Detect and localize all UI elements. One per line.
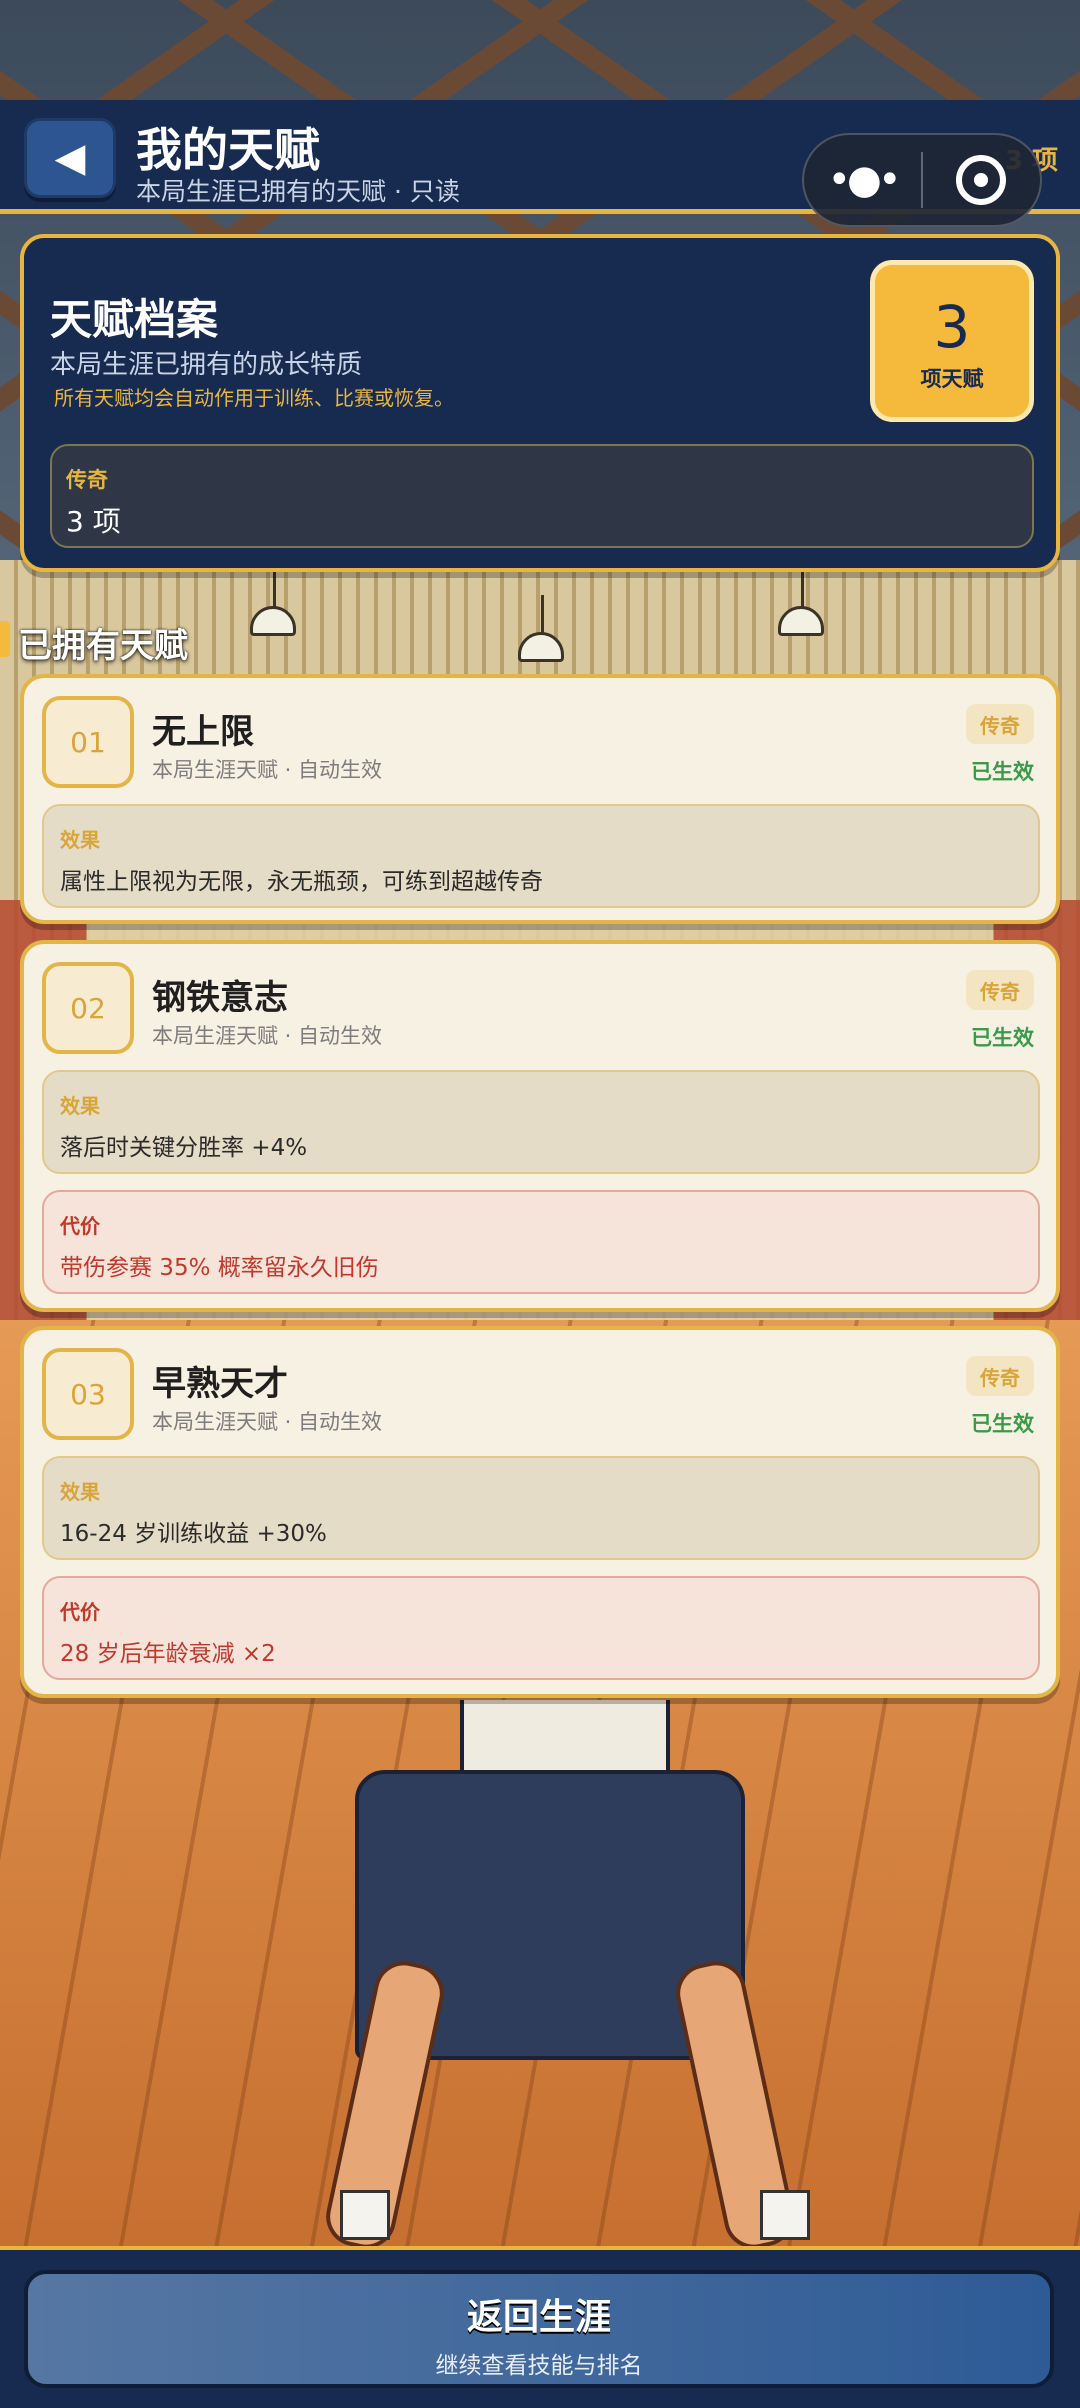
section-title: 已拥有天赋 <box>18 626 188 666</box>
cost-text: 28 岁后年龄衰减 ×2 <box>60 1641 276 1667</box>
profile-title: 天赋档案 <box>50 295 219 344</box>
talent-status: 已生效 <box>971 1412 1034 1436</box>
talent-cost-box: 代价 28 岁后年龄衰减 ×2 <box>42 1576 1040 1680</box>
talent-name: 早熟天才 <box>152 1364 288 1404</box>
cost-text: 带伤参赛 35% 概率留永久旧伤 <box>60 1255 379 1281</box>
effect-label: 效果 <box>60 1480 100 1504</box>
talent-name: 钢铁意志 <box>152 978 288 1018</box>
effect-label: 效果 <box>60 828 100 852</box>
talent-rarity-badge: 传奇 <box>966 1356 1034 1396</box>
talent-status: 已生效 <box>971 760 1034 784</box>
talent-name: 无上限 <box>152 712 254 752</box>
cost-label: 代价 <box>60 1214 100 1238</box>
target-icon <box>956 155 1007 205</box>
back-arrow-icon: ◀ <box>54 135 86 181</box>
talent-count-label: 项天赋 <box>920 367 984 391</box>
talent-rarity-badge: 传奇 <box>966 704 1034 744</box>
talent-rarity-badge: 传奇 <box>966 970 1034 1010</box>
rarity-summary: 传奇 3 项 <box>50 444 1034 548</box>
player-sock <box>760 2190 810 2240</box>
mini-program-capsule: •●• <box>802 133 1042 227</box>
talent-card: 02 钢铁意志 本局生涯天赋 · 自动生效 传奇 已生效 效果 落后时关键分胜率… <box>20 940 1060 1312</box>
talent-effect-box: 效果 落后时关键分胜率 +4% <box>42 1070 1040 1174</box>
profile-subtitle: 本局生涯已拥有的成长特质 <box>50 350 363 380</box>
page-footer: 返回生涯 继续查看技能与排名 <box>0 2246 1080 2408</box>
effect-text: 16-24 岁训练收益 +30% <box>60 1521 327 1547</box>
return-button-label: 返回生涯 <box>466 2297 611 2338</box>
talent-meta: 本局生涯天赋 · 自动生效 <box>152 758 383 782</box>
rarity-value: 3 项 <box>66 505 121 538</box>
talent-card: 01 无上限 本局生涯天赋 · 自动生效 传奇 已生效 效果 属性上限视为无限，… <box>20 674 1060 924</box>
player-sock <box>340 2190 390 2240</box>
talent-meta: 本局生涯天赋 · 自动生效 <box>152 1410 383 1434</box>
talent-meta: 本局生涯天赋 · 自动生效 <box>152 1024 383 1048</box>
profile-note: 所有天赋均会自动作用于训练、比赛或恢复。 <box>54 386 454 410</box>
talent-count-box: 3 项天赋 <box>870 260 1034 422</box>
more-dots-icon[interactable]: •●• <box>804 157 921 203</box>
effect-text: 落后时关键分胜率 +4% <box>60 1135 308 1161</box>
talent-effect-box: 效果 16-24 岁训练收益 +30% <box>42 1456 1040 1560</box>
close-target-button[interactable] <box>923 155 1040 205</box>
page-title: 我的天赋 <box>136 123 320 177</box>
page-subtitle: 本局生涯已拥有的天赋 · 只读 <box>136 177 460 206</box>
talent-index: 03 <box>42 1348 134 1440</box>
talent-index: 02 <box>42 962 134 1054</box>
return-button-sublabel: 继续查看技能与排名 <box>435 2353 643 2379</box>
back-button[interactable]: ◀ <box>24 118 116 198</box>
return-career-button[interactable]: 返回生涯 继续查看技能与排名 <box>24 2270 1054 2388</box>
section-accent-bar <box>0 621 10 657</box>
talent-profile-card: 天赋档案 本局生涯已拥有的成长特质 所有天赋均会自动作用于训练、比赛或恢复。 3… <box>20 234 1060 572</box>
talent-status: 已生效 <box>971 1026 1034 1050</box>
rarity-name: 传奇 <box>66 468 108 492</box>
talent-card: 03 早熟天才 本局生涯天赋 · 自动生效 传奇 已生效 效果 16-24 岁训… <box>20 1326 1060 1698</box>
cost-label: 代价 <box>60 1600 100 1624</box>
talent-effect-box: 效果 属性上限视为无限，永无瓶颈，可练到超越传奇 <box>42 804 1040 908</box>
talent-cost-box: 代价 带伤参赛 35% 概率留永久旧伤 <box>42 1190 1040 1294</box>
talent-index: 01 <box>42 696 134 788</box>
effect-label: 效果 <box>60 1094 100 1118</box>
effect-text: 属性上限视为无限，永无瓶颈，可练到超越传奇 <box>60 869 543 895</box>
talent-count-number: 3 <box>933 293 971 361</box>
